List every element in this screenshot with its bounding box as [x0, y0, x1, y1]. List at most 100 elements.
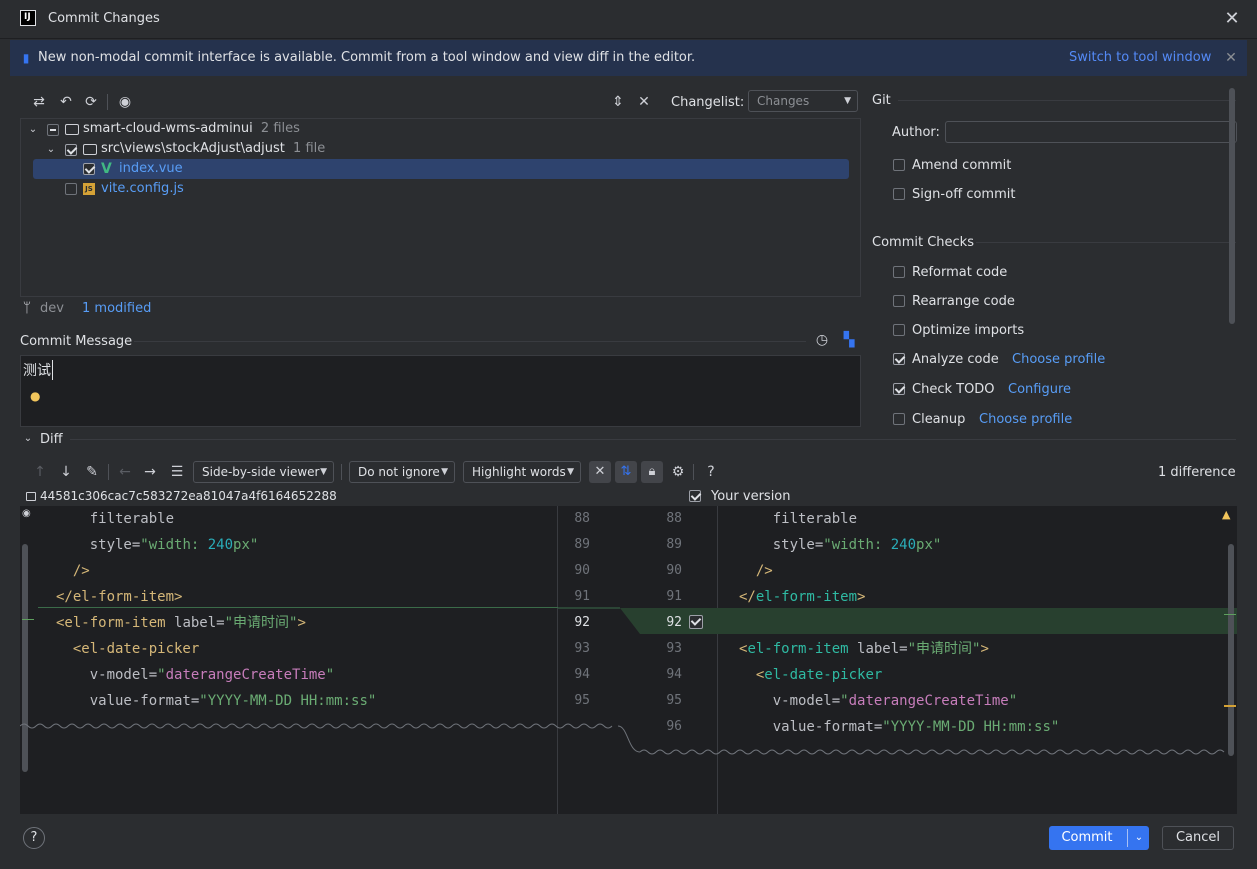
commit-button[interactable]: Commit ⌄: [1049, 826, 1149, 850]
tree-file-vite-config[interactable]: vite.config.js: [101, 179, 184, 199]
left-pane-divider: [557, 506, 558, 814]
right-code[interactable]: filterable style="width: 240px" /> </el-…: [739, 506, 1059, 740]
tree-file-index-vue[interactable]: index.vue: [119, 159, 183, 179]
lock-button[interactable]: 🔒︎: [641, 461, 663, 483]
commit-button-label[interactable]: Commit: [1049, 826, 1125, 850]
toolbar-separator: [108, 464, 109, 480]
folder-checkbox[interactable]: [65, 144, 77, 156]
warning-icon[interactable]: ▲: [1222, 508, 1230, 521]
collapse-unchanged-button[interactable]: ✕: [589, 461, 611, 483]
signoff-label[interactable]: Sign-off commit: [912, 187, 1015, 202]
root-checkbox[interactable]: [47, 124, 59, 136]
refresh-icon[interactable]: ⟳: [82, 94, 100, 110]
chevron-down-icon[interactable]: ⌄: [27, 122, 39, 138]
your-version-checkbox[interactable]: [689, 490, 701, 502]
right-scrollbar[interactable]: [1228, 544, 1234, 756]
left-code[interactable]: filterable style="width: 240px" /> </el-…: [56, 506, 376, 714]
modified-count[interactable]: 1 modified: [82, 301, 151, 316]
cancel-button[interactable]: Cancel: [1162, 826, 1234, 850]
accept-change-checkbox[interactable]: [689, 615, 703, 629]
gear-icon[interactable]: ⚙: [670, 464, 686, 480]
file1-checkbox[interactable]: [83, 163, 95, 175]
gutter-change-marker: [22, 619, 34, 620]
file-list-icon[interactable]: ☰: [169, 464, 185, 480]
commit-message-text: 测试: [23, 360, 53, 380]
tree-folder[interactable]: src\views\stockAdjust\adjust 1 file: [101, 139, 325, 159]
forward-icon[interactable]: →: [142, 464, 158, 480]
highlight-dropdown[interactable]: Highlight words ▼: [463, 461, 581, 483]
optimize-label[interactable]: Optimize imports: [912, 323, 1024, 338]
ignore-value: Do not ignore: [358, 465, 440, 479]
commit-message-label: Commit Message: [20, 334, 133, 349]
line-number: 92: [666, 615, 682, 630]
line-number: 88: [666, 511, 682, 526]
chevron-down-icon[interactable]: ⌄: [45, 142, 57, 158]
commit-label-line: [134, 341, 806, 342]
todo-checkbox[interactable]: [893, 383, 905, 395]
right-line-numbers: 88 89 90 91 92 93 94 95 96: [652, 506, 682, 740]
tree-folder-name: src\views\stockAdjust\adjust: [101, 141, 285, 156]
expand-collapse-icon[interactable]: ⇄: [30, 94, 48, 110]
switch-tool-window-link[interactable]: Switch to tool window: [1069, 50, 1211, 65]
next-diff-icon[interactable]: ↓: [58, 464, 74, 480]
lightbulb-icon[interactable]: ●: [30, 389, 40, 403]
viewer-value: Side-by-side viewer: [202, 465, 320, 479]
viewer-dropdown[interactable]: Side-by-side viewer ▼: [193, 461, 334, 483]
prev-diff-icon[interactable]: ↑: [32, 464, 48, 480]
amend-label[interactable]: Amend commit: [912, 158, 1011, 173]
eye-icon[interactable]: ◉: [116, 94, 134, 110]
history-icon[interactable]: ◷: [814, 332, 830, 348]
diff-editor: ◉ filterable style="width: 240px" /> </e…: [20, 506, 1237, 814]
back-icon[interactable]: ←: [117, 464, 133, 480]
lock-icon: [26, 492, 36, 501]
line-number: 94: [574, 667, 590, 682]
author-input[interactable]: [945, 121, 1237, 143]
analyze-profile-link[interactable]: Choose profile: [1012, 352, 1105, 367]
reformat-label[interactable]: Reformat code: [912, 265, 1007, 280]
chevron-down-icon[interactable]: ⌄: [22, 431, 34, 447]
changelist-dropdown[interactable]: Changes ▼: [748, 90, 858, 112]
collapse-all-icon[interactable]: ✕: [636, 94, 652, 110]
amend-checkbox[interactable]: [893, 159, 905, 171]
right-panel-scrollbar[interactable]: [1229, 88, 1235, 324]
cleanup-profile-link[interactable]: Choose profile: [979, 412, 1072, 427]
reformat-checkbox[interactable]: [893, 266, 905, 278]
signoff-checkbox[interactable]: [893, 188, 905, 200]
js-icon: JS: [83, 183, 95, 195]
chevron-down-icon[interactable]: ⌄: [1129, 826, 1149, 850]
edit-icon[interactable]: ✎: [84, 464, 100, 480]
tree-root[interactable]: smart-cloud-wms-adminui 2 files: [83, 119, 300, 139]
optimize-checkbox[interactable]: [893, 324, 905, 336]
file2-checkbox[interactable]: [65, 183, 77, 195]
folder-icon: [65, 124, 79, 135]
diff-section-title: Diff: [40, 432, 63, 447]
rollback-icon[interactable]: ↶: [57, 94, 75, 110]
expand-all-icon[interactable]: ⇕: [610, 94, 626, 110]
help-button[interactable]: ?: [23, 827, 45, 849]
app-logo-icon: IJ: [20, 10, 36, 26]
cleanup-checkbox[interactable]: [893, 413, 905, 425]
cleanup-label[interactable]: Cleanup: [912, 412, 965, 427]
rearrange-checkbox[interactable]: [893, 295, 905, 307]
analyze-label[interactable]: Analyze code: [912, 352, 999, 367]
branch-name[interactable]: dev: [40, 301, 64, 316]
ignore-dropdown[interactable]: Do not ignore ▼: [349, 461, 455, 483]
author-label: Author:: [892, 125, 940, 140]
rearrange-label[interactable]: Rearrange code: [912, 294, 1015, 309]
chevron-down-icon: ▼: [844, 96, 851, 106]
analyze-checkbox[interactable]: [893, 353, 905, 365]
scrollbar-warning-marker: [1224, 705, 1236, 707]
help-icon[interactable]: ?: [703, 464, 719, 480]
toolbar-separator: [107, 94, 108, 110]
line-number: 95: [666, 693, 682, 708]
commit-message-template-icon[interactable]: ▚: [840, 332, 858, 348]
eye-icon[interactable]: ◉: [22, 508, 31, 519]
banner-close-icon[interactable]: ✕: [1224, 50, 1238, 66]
sync-scroll-button[interactable]: ⇅: [615, 461, 637, 483]
todo-configure-link[interactable]: Configure: [1008, 382, 1071, 397]
todo-label[interactable]: Check TODO: [912, 382, 995, 397]
tree-root-name: smart-cloud-wms-adminui: [83, 121, 253, 136]
close-icon[interactable]: ✕: [1224, 10, 1240, 28]
commit-message-field[interactable]: 测试 ●: [20, 355, 861, 427]
difference-count: 1 difference: [1158, 465, 1236, 480]
